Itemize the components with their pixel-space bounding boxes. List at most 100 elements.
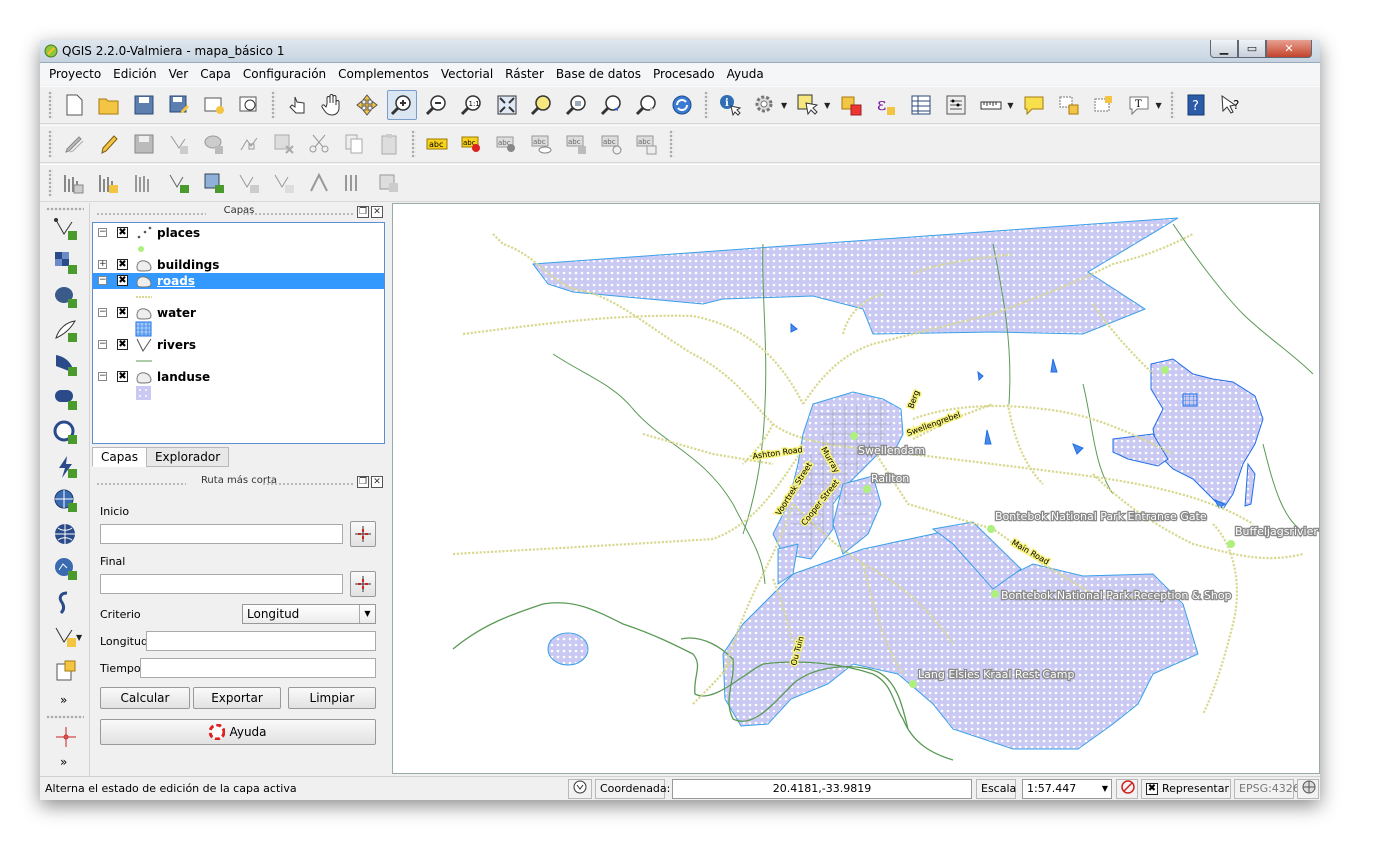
toolbar-grip[interactable] (411, 130, 416, 158)
ayuda-button[interactable]: Ayuda (100, 719, 376, 745)
coordinate-field[interactable]: 20.4181,-33.9819 (672, 779, 972, 799)
maximize-button[interactable]: ▭ (1238, 40, 1266, 58)
menu-edicion[interactable]: Edición (108, 67, 161, 81)
exportar-button[interactable]: Exportar (193, 687, 281, 709)
toolbar-grip[interactable] (669, 130, 674, 158)
add-vector-layer-button[interactable] (52, 215, 80, 243)
touch-zoom-button[interactable] (282, 90, 312, 120)
expand-toggle-icon[interactable]: − (98, 340, 107, 349)
identify-button[interactable]: i (715, 90, 745, 120)
zoom-out-button[interactable] (422, 90, 452, 120)
expand-toggle-icon[interactable]: − (98, 276, 107, 285)
layer-visibility-checkbox[interactable]: ✖ (117, 307, 128, 318)
tiempo-input[interactable] (140, 658, 376, 678)
toolbar-grip[interactable] (46, 715, 84, 719)
change-label-button[interactable]: abc (632, 129, 662, 159)
open-project-button[interactable] (94, 90, 124, 120)
toggle-editing-button[interactable] (94, 129, 124, 159)
split-features-button[interactable] (269, 168, 299, 198)
tab-capas[interactable]: Capas (92, 447, 147, 467)
reshape-button[interactable] (234, 168, 264, 198)
map-canvas[interactable]: Swellendam Railton Bontebok National Par… (392, 203, 1320, 774)
node-tool-button[interactable] (234, 129, 264, 159)
save-as-button[interactable] (164, 90, 194, 120)
close-button[interactable]: ✕ (1266, 40, 1312, 58)
add-feature-button[interactable] (164, 129, 194, 159)
criterio-select[interactable]: Longitud ▼ (242, 604, 376, 624)
copy-features-button[interactable] (339, 129, 369, 159)
measure-dropdown-icon[interactable]: ▼ (1007, 101, 1013, 110)
toolbar-grip[interactable] (46, 207, 84, 211)
add-mssql-layer-button[interactable] (52, 351, 80, 379)
crs-button[interactable]: EPSG:4326 (1234, 779, 1300, 799)
float-route-dock-button[interactable]: ❐ (357, 476, 369, 488)
layer-visibility-checkbox[interactable]: ✖ (117, 275, 128, 286)
layer-row-rivers[interactable]: − ✖ rivers (93, 337, 384, 353)
zoom-next-button[interactable] (632, 90, 662, 120)
select-dropdown-icon[interactable]: ▼ (824, 101, 830, 110)
simplify-button[interactable] (304, 168, 334, 198)
zoom-to-selection-button[interactable] (527, 90, 557, 120)
new-project-button[interactable] (59, 90, 89, 120)
menu-base-de-datos[interactable]: Base de datos (551, 67, 646, 81)
zoom-actual-size-button[interactable]: 1:1 (457, 90, 487, 120)
add-oracle-layer-button[interactable] (52, 385, 80, 413)
layer-visibility-checkbox[interactable]: ✖ (117, 227, 128, 238)
new-layer-dropdown-icon[interactable]: ▼ (76, 633, 82, 642)
raster-local-button[interactable] (129, 168, 159, 198)
layers-tree[interactable]: − ✖ places + ✖ buildings − ✖ roads − ✖ water − ✖ river… (92, 222, 385, 444)
more-icon[interactable]: » (60, 693, 67, 707)
menu-ver[interactable]: Ver (164, 67, 194, 81)
raster-histogram-button[interactable] (94, 168, 124, 198)
pan-button[interactable] (317, 90, 347, 120)
add-wms-layer-button[interactable] (52, 453, 80, 481)
current-edits-button[interactable] (59, 129, 89, 159)
menu-raster[interactable]: Ráster (500, 67, 549, 81)
toolbar-grip[interactable] (48, 169, 53, 197)
tab-explorador[interactable]: Explorador (145, 447, 230, 467)
menu-vectorial[interactable]: Vectorial (436, 67, 498, 81)
pick-final-button[interactable] (350, 571, 376, 597)
add-vector-part-button[interactable] (164, 168, 194, 198)
new-bookmark-button[interactable] (1054, 90, 1084, 120)
offset-curve-button[interactable] (339, 168, 369, 198)
expand-toggle-icon[interactable]: − (98, 228, 107, 237)
zoom-in-button[interactable] (387, 90, 417, 120)
messages-button[interactable] (568, 779, 592, 799)
toolbar-grip[interactable] (48, 130, 53, 158)
layer-row-landuse[interactable]: − ✖ landuse (93, 369, 384, 385)
expand-toggle-icon[interactable]: + (98, 260, 107, 269)
whats-this-button[interactable]: ? (1216, 90, 1246, 120)
move-label-button[interactable]: abc (562, 129, 592, 159)
raster-stretch-button[interactable] (59, 168, 89, 198)
menu-ayuda[interactable]: Ayuda (722, 67, 769, 81)
pan-to-selection-button[interactable] (352, 90, 382, 120)
close-route-dock-button[interactable]: ✕ (371, 476, 383, 488)
longitud-input[interactable] (146, 631, 376, 651)
help-button[interactable]: ? (1181, 90, 1211, 120)
zoom-last-button[interactable] (597, 90, 627, 120)
add-delimited-text-button[interactable] (52, 555, 80, 583)
render-checkbox[interactable]: ✖ (1146, 783, 1158, 795)
save-edits-button[interactable] (129, 129, 159, 159)
measure-button[interactable] (976, 90, 1006, 120)
layer-row-buildings[interactable]: + ✖ buildings (93, 257, 384, 273)
inicio-input[interactable] (100, 524, 343, 544)
add-wfs-layer-button[interactable] (52, 521, 80, 549)
pick-inicio-button[interactable] (350, 521, 376, 547)
save-project-button[interactable] (129, 90, 159, 120)
deselect-button[interactable] (836, 90, 866, 120)
projection-button[interactable] (1297, 779, 1319, 799)
text-annotation-button[interactable]: T (1124, 90, 1154, 120)
add-wcs-layer-button[interactable] (52, 487, 80, 515)
rotate-label-button[interactable]: abc (597, 129, 627, 159)
zoom-full-button[interactable] (492, 90, 522, 120)
cut-features-button[interactable] (304, 129, 334, 159)
menu-complementos[interactable]: Complementos (333, 67, 434, 81)
statistics-button[interactable] (941, 90, 971, 120)
expand-toggle-icon[interactable]: − (98, 372, 107, 381)
menu-capa[interactable]: Capa (195, 67, 236, 81)
layer-row-roads[interactable]: − ✖ roads (93, 273, 384, 289)
layer-row-water[interactable]: − ✖ water (93, 305, 384, 321)
new-composer-button[interactable] (199, 90, 229, 120)
